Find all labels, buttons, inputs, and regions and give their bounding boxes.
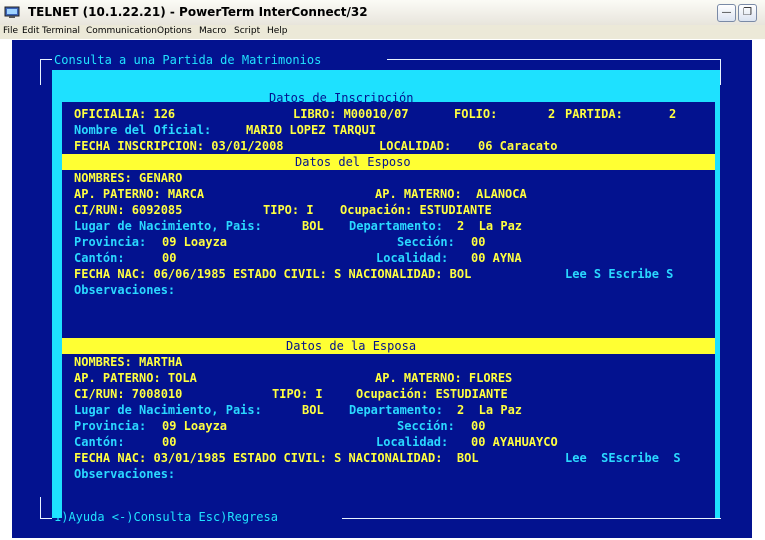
screen-title: Consulta a una Partida de Matrimonios (54, 53, 322, 67)
partida-label: PARTIDA: (565, 107, 623, 121)
esposo-lugar-value: BOL (302, 219, 324, 233)
esposa-provincia-value: 09 Loayza (162, 419, 228, 433)
esposo-localidad-value: 00 AYNA (471, 251, 522, 265)
esposa-depto-label: Departamento: (349, 403, 443, 417)
esposa-lee-escribe: Lee SEscribe S (565, 451, 681, 465)
esposo-ap-materno: AP. MATERNO: ALANOCA (375, 187, 527, 201)
esposo-canton-value: 00 (162, 251, 177, 265)
esposa-ocupacion: Ocupación: ESTUDIANTE (356, 387, 508, 401)
title-bar: TELNET (10.1.22.21) - PowerTerm InterCon… (0, 0, 765, 26)
frame-top-left (40, 59, 52, 60)
window-title: TELNET (10.1.22.21) - PowerTerm InterCon… (28, 5, 368, 19)
esposo-lee-escribe: Lee S Escribe S (565, 267, 674, 281)
esposo-lugar-label: Lugar de Nacimiento, Pais: (74, 219, 262, 233)
esposo-fecha-nac: FECHA NAC: 06/06/1985 ESTADO CIVIL: S NA… (74, 267, 472, 281)
esposa-canton-label: Cantón: (74, 435, 125, 449)
esposo-provincia-label: Provincia: (74, 235, 147, 249)
minimize-button[interactable]: — (717, 4, 736, 22)
esposo-ci: CI/RUN: 6092085 (74, 203, 183, 217)
esposo-provincia-value: 09 Loayza (162, 235, 228, 249)
menu-macro[interactable]: Macro (199, 26, 226, 36)
frame-right-upper (720, 59, 721, 85)
esposa-seccion-label: Sección: (397, 419, 455, 433)
esposa-ci: CI/RUN: 7008010 (74, 387, 183, 401)
frame-bottom-right (342, 518, 721, 519)
menu-communication[interactable]: Communication (86, 26, 157, 36)
esposa-nombres: NOMBRES: MARTHA (74, 355, 183, 369)
frame-left-lower (40, 497, 41, 519)
oficialia: OFICIALIA: 126 (74, 107, 176, 121)
restore-button[interactable]: ❐ (738, 4, 757, 22)
esposa-fecha-nac: FECHA NAC: 03/01/1985 ESTADO CIVIL: S NA… (74, 451, 479, 465)
localidad-label: LOCALIDAD: (379, 139, 452, 153)
esposa-lugar-value: BOL (302, 403, 324, 417)
esposo-nombres: NOMBRES: GENARO (74, 171, 183, 185)
folio-value: 2 (548, 107, 556, 121)
libro: LIBRO: M00010/07 (293, 107, 409, 121)
esposa-tipo: TIPO: I (272, 387, 323, 401)
menu-options[interactable]: Options (157, 26, 192, 36)
function-keys-footer: 1)Ayuda <-)Consulta Esc)Regresa (54, 510, 278, 524)
esposo-localidad-label: Localidad: (376, 251, 449, 265)
menu-file[interactable]: File (3, 26, 18, 36)
esposa-localidad-label: Localidad: (376, 435, 449, 449)
esposa-canton-value: 00 (162, 435, 177, 449)
esposa-provincia-label: Provincia: (74, 419, 147, 433)
esposo-seccion-value: 00 (471, 235, 486, 249)
esposa-depto-value: 2 La Paz (457, 403, 523, 417)
fecha-inscripcion: FECHA INSCRIPCION: 03/01/2008 (74, 139, 284, 153)
menu-bar: File Edit Terminal Communication Options… (0, 25, 765, 39)
folio-label: FOLIO: (454, 107, 498, 121)
esposo-observaciones: Observaciones: (74, 283, 176, 297)
esposa-observaciones: Observaciones: (74, 467, 176, 481)
section-esposa-title: Datos de la Esposa (286, 339, 417, 353)
esposa-lugar-label: Lugar de Nacimiento, Pais: (74, 403, 262, 417)
section-esposo-title: Datos del Esposo (295, 155, 411, 169)
menu-edit[interactable]: Edit (22, 26, 39, 36)
minimize-icon: — (721, 7, 732, 18)
esposa-localidad-value: 00 AYAHUAYCO (471, 435, 558, 449)
esposo-ap-paterno: AP. PATERNO: MARCA (74, 187, 205, 201)
oficial-label: Nombre del Oficial: (74, 123, 212, 137)
frame-left-upper (40, 59, 41, 85)
menu-script[interactable]: Script (234, 26, 260, 36)
right-cyan-column (715, 70, 720, 518)
esposo-canton-label: Cantón: (74, 251, 125, 265)
app-icon (4, 6, 20, 18)
menu-terminal[interactable]: Terminal (42, 26, 80, 36)
esposo-seccion-label: Sección: (397, 235, 455, 249)
restore-icon: ❐ (743, 7, 752, 18)
esposo-depto-label: Departamento: (349, 219, 443, 233)
esposa-ap-materno: AP. MATERNO: FLORES (375, 371, 513, 385)
frame-top-right (387, 59, 721, 60)
terminal-screen[interactable]: Consulta a una Partida de Matrimonios Da… (12, 40, 752, 538)
section-inscripcion-title: Datos de Inscripción (269, 91, 414, 105)
menu-help[interactable]: Help (267, 26, 288, 36)
esposo-depto-value: 2 La Paz (457, 219, 523, 233)
partida-value: 2 (669, 107, 677, 121)
frame-bottom-left (40, 518, 52, 519)
left-cyan-column (52, 70, 62, 518)
esposa-seccion-value: 00 (471, 419, 486, 433)
esposo-ocupacion: Ocupación: ESTUDIANTE (340, 203, 492, 217)
esposo-tipo: TIPO: I (263, 203, 314, 217)
localidad-value: 06 Caracato (478, 139, 558, 153)
oficial-value: MARIO LOPEZ TARQUI (246, 123, 377, 137)
esposa-ap-paterno: AP. PATERNO: TOLA (74, 371, 197, 385)
